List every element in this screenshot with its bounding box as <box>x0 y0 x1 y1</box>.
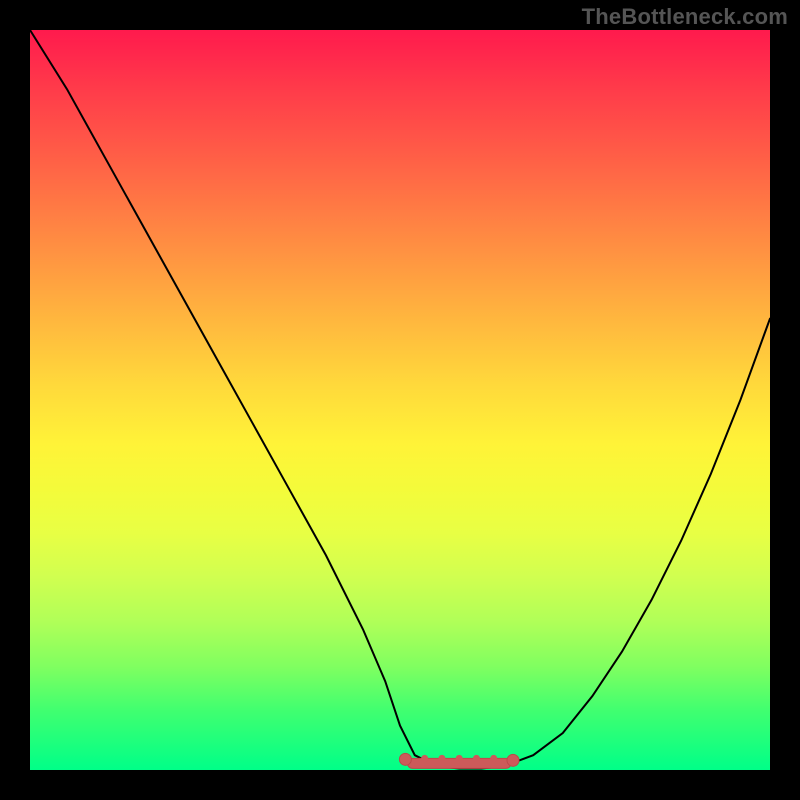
bottleneck-curve <box>30 30 770 769</box>
plot-svg <box>30 30 770 770</box>
watermark-text: TheBottleneck.com <box>582 4 788 30</box>
chart-frame: TheBottleneck.com <box>0 0 800 800</box>
plot-area <box>30 30 770 770</box>
